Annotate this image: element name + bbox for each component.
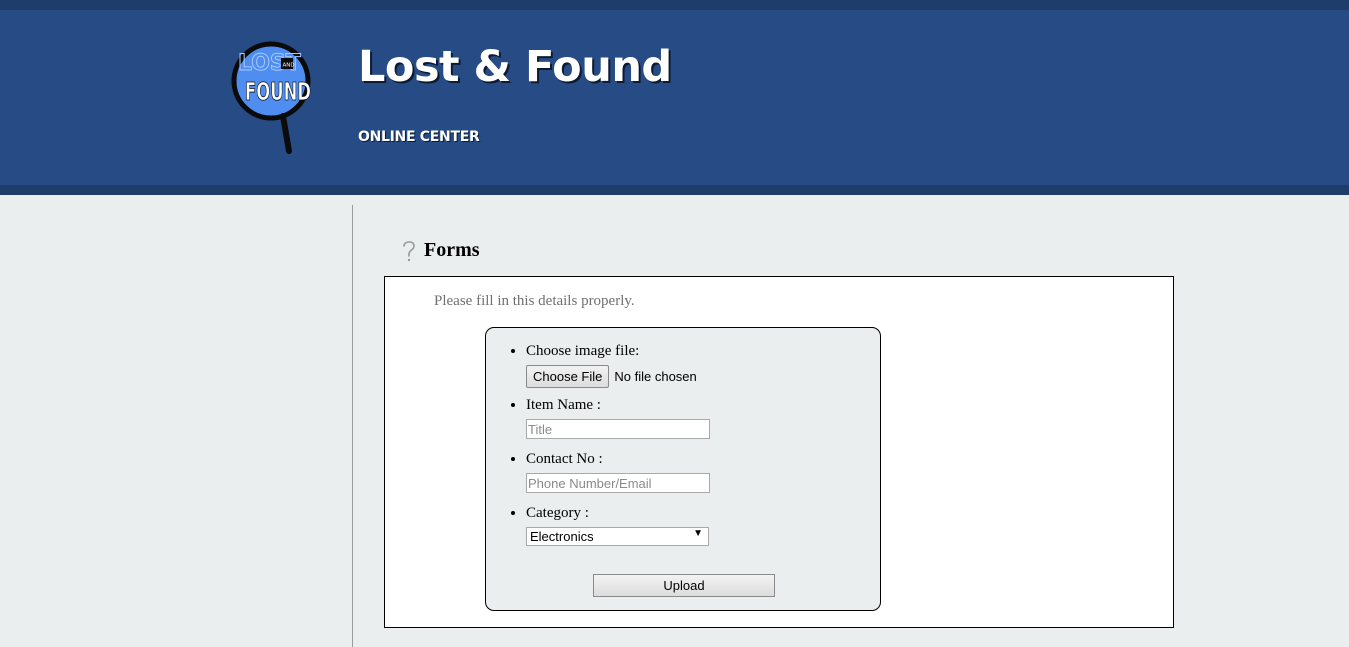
upload-button[interactable]: Upload (593, 574, 775, 597)
logo-text-bottom: FOUND (245, 77, 311, 106)
category-selected-value: Electronics (530, 529, 594, 544)
category-label: Category : (526, 505, 589, 521)
site-subtitle: ONLINE CENTER (358, 129, 480, 145)
contact-input[interactable] (526, 473, 710, 493)
section-title: Forms (424, 238, 480, 261)
question-mark-icon (403, 241, 415, 262)
form-content-box: Please fill in this details properly. Ch… (384, 276, 1174, 628)
header-bottom-strip (0, 185, 1349, 195)
header-top-strip (0, 0, 1349, 10)
choose-file-button[interactable]: Choose File (526, 365, 610, 388)
file-status-text: No file chosen (614, 369, 697, 384)
list-item-contact: Contact No : (526, 451, 710, 505)
list-item-category: Category : Electronics ▼ (526, 505, 710, 546)
form-field-list: Choose image file: Choose File No file c… (526, 343, 710, 546)
upload-form-panel: Choose image file: Choose File No file c… (485, 327, 881, 611)
site-header (0, 10, 1349, 185)
item-name-label: Item Name : (526, 397, 601, 413)
item-name-input[interactable] (526, 419, 710, 439)
lost-and-found-logo: LOST AND FOUND (231, 41, 311, 154)
category-select[interactable]: Electronics ▼ (526, 527, 709, 546)
section-heading: Forms (400, 236, 480, 264)
form-intro-text: Please fill in this details properly. (434, 293, 635, 309)
contact-no-label: Contact No : (526, 451, 603, 467)
image-file-label: Choose image file: (526, 343, 640, 359)
logo-text-small: AND (283, 63, 295, 69)
list-item-item-name: Item Name : (526, 397, 710, 451)
site-title: Lost & Found (358, 42, 672, 92)
list-item-image: Choose image file: Choose File No file c… (526, 343, 710, 397)
dropdown-arrow-icon: ▼ (693, 528, 703, 539)
sidebar-divider (352, 205, 353, 647)
